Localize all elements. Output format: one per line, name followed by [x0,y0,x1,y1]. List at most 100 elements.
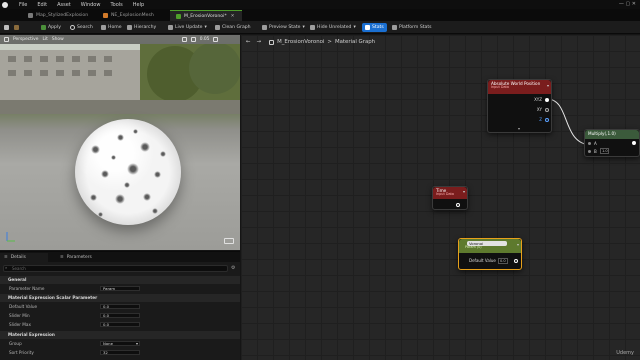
tab-m-erosion-voronoi[interactable]: M_ErosionVoronoi* ✕ [170,10,242,21]
home-button[interactable]: Home [101,23,122,32]
menu-tools[interactable]: Tools [110,2,122,8]
voronoi-cell-spot [127,163,139,175]
node-subtitle: Param (0) [465,245,482,249]
snap-icon[interactable] [190,37,196,42]
sort-priority-field[interactable]: 32 [100,350,140,355]
chevron-down-icon: ▾ [353,25,356,30]
save-icon[interactable] [4,23,11,32]
viewport-options-icon[interactable] [4,37,9,42]
collapse-chevron-icon[interactable]: ▾ [518,126,520,131]
node-header: Voronoi Param (0) [459,239,521,253]
realtime-icon[interactable] [224,238,234,244]
maximize-icon[interactable] [213,37,219,42]
menu-edit[interactable]: Edit [37,2,47,8]
apply-label: Apply [48,25,61,30]
node-voronoi-parameter[interactable]: Voronoi Param (0) ▾ Default Value 0.0 [458,238,522,270]
slider-min-field[interactable]: 0.0 [100,313,140,318]
search-icon [70,25,75,30]
viewport-toolbar: Perspective Lit Show 0.05 [0,35,240,44]
apply-button[interactable]: Apply [41,23,61,32]
section-material-expression[interactable]: Material Expression [0,331,240,339]
node-multiply[interactable]: Multiply(,1.0) A B 1.0 [584,129,640,157]
section-general[interactable]: General [0,276,240,284]
property-row-group: Group None ▾ [0,340,240,347]
section-title: General [8,277,27,282]
pin-time-output[interactable] [456,203,460,207]
hide-unrelated-button[interactable]: Hide Unrelated ▾ [310,23,356,32]
tab-parameters[interactable]: ≡ Parameters [56,253,116,262]
node-absolute-world-position[interactable]: Absolute World Position Input Data ▾ XYZ… [487,79,552,133]
platform-stats-button[interactable]: Platform Stats [392,23,432,32]
live-update-button[interactable]: Live Update ▾ [168,23,207,32]
parameters-icon: ≡ [60,255,64,260]
search-button[interactable]: Search [70,23,93,32]
menu-asset[interactable]: Asset [57,2,71,8]
pin-voronoi-output[interactable] [514,259,518,263]
pin-a-label: A [594,141,597,146]
search-icon: ⌕ [5,265,8,270]
multiply-b-field[interactable]: 1.0 [600,148,609,154]
pin-b[interactable] [588,150,591,153]
pin-xy[interactable] [545,108,549,112]
menu-help[interactable]: Help [133,2,144,8]
search-placeholder: Search [12,266,26,271]
node-header: Multiply(,1.0) [585,130,639,139]
level-icon [28,13,33,18]
property-row-sort-priority: Sort Priority 32 [0,349,240,356]
chevron-down-icon[interactable]: ▾ [463,189,465,194]
pin-multiply-output[interactable] [632,141,636,145]
chevron-down-icon[interactable]: ▾ [517,242,519,247]
hide-unrelated-icon [310,25,315,30]
tab-label: NE_ExplosionMesh [111,13,154,18]
menu-window[interactable]: Window [81,2,101,8]
camera-speed-value[interactable]: 0.05 [200,37,210,42]
show-button[interactable]: Show [52,37,64,42]
tab-map-stylized-explosion[interactable]: Map_StylizedExplosion [22,10,97,21]
node-time[interactable]: Time Input Data ▾ [432,186,468,210]
parameter-name-field[interactable]: Param [100,286,140,291]
node-header: Absolute World Position Input Data [488,80,551,94]
platform-stats-label: Platform Stats [399,25,432,30]
pin-xy-label: XY [536,107,542,112]
preview-state-button[interactable]: Preview State ▾ [262,23,305,32]
material-graph-canvas[interactable]: ← → M_ErosionVoronoi > Material Graph Ab… [241,35,640,360]
lit-button[interactable]: Lit [42,37,47,42]
section-scalar-parameter[interactable]: Material Expression Scalar Parameter [0,294,240,302]
voronoi-cell-spot [124,182,130,188]
preview-viewport[interactable]: Perspective Lit Show 0.05 [0,35,240,250]
document-tab-bar: Map_StylizedExplosion NE_ExplosionMesh M… [0,9,640,21]
pin-xyz[interactable] [545,98,549,102]
close-tab-icon[interactable]: ✕ [231,14,235,19]
window-controls-icon[interactable]: — ▢ ✕ [619,1,636,7]
stats-label: Stats [372,25,384,30]
property-label: Default Value [9,304,38,309]
property-label: Parameter Name [9,286,45,291]
transform-icon[interactable] [181,37,187,42]
pin-xyz-label: XYZ [534,97,542,102]
tab-details[interactable]: ≡ Details [0,253,48,262]
voronoi-default-value-field[interactable]: 0.0 [498,258,508,264]
clean-graph-button[interactable]: Clean Graph [215,23,251,32]
pin-z[interactable] [545,118,549,122]
group-dropdown[interactable]: None [100,341,140,346]
hide-unrelated-label: Hide Unrelated [317,25,352,30]
pin-a[interactable] [588,142,591,145]
details-search-input[interactable]: Search [3,265,228,272]
search-label: Search [77,25,93,30]
property-label: Group [9,341,22,346]
voronoi-cell-spot [101,170,109,178]
browse-icon[interactable] [14,23,21,32]
menu-file[interactable]: File [19,2,27,8]
unreal-logo-icon[interactable] [0,0,9,9]
settings-icon[interactable]: ⚙ [231,265,235,271]
tab-ne-explosion-mesh[interactable]: NE_ExplosionMesh [97,10,170,21]
chevron-down-icon[interactable]: ▾ [547,83,549,88]
node-header: Time Input Data [433,187,467,199]
default-value-field[interactable]: 0.0 [100,304,140,309]
slider-max-field[interactable]: 0.0 [100,322,140,327]
tab-details-label: Details [10,255,26,260]
voronoi-cell-spot [160,151,166,157]
stats-button[interactable]: Stats [362,23,387,32]
perspective-button[interactable]: Perspective [13,37,38,42]
hierarchy-button[interactable]: Hierarchy [127,23,156,32]
